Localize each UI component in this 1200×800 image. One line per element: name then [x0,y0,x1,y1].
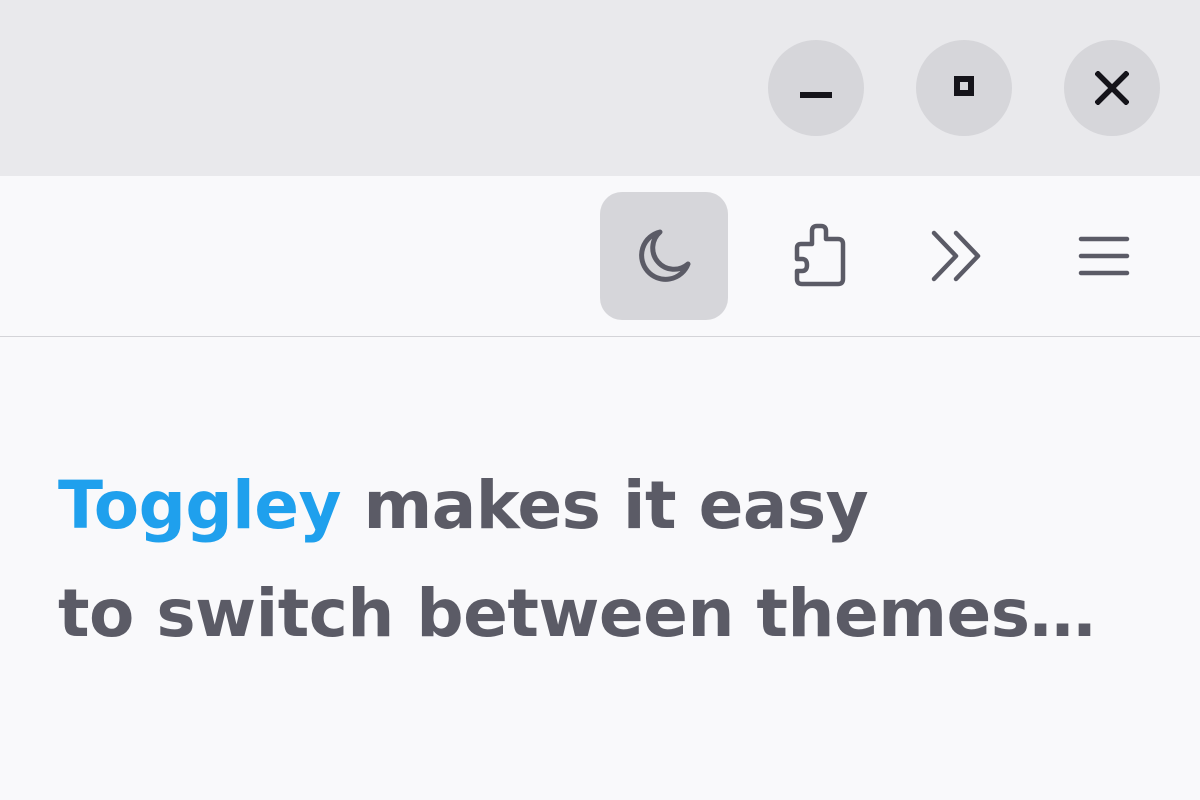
puzzle-icon [794,223,846,287]
browser-toolbar [0,176,1200,337]
extensions-button[interactable] [754,192,882,320]
app-menu-button[interactable] [1040,192,1168,320]
headline-line-2: to switch between themes… [58,575,1096,652]
hamburger-menu-icon [1078,236,1130,276]
close-button[interactable] [1064,40,1160,136]
window-titlebar [0,0,1200,176]
maximize-icon [954,76,974,96]
overflow-chevron-button[interactable] [894,192,1022,320]
double-chevron-right-icon [931,230,981,282]
page-content: Toggley makes it easy to switch between … [0,337,1200,800]
maximize-button[interactable] [916,40,1012,136]
headline-line-1: Toggley makes it easy [58,452,1178,560]
minimize-button[interactable] [768,40,864,136]
brand-name: Toggley [58,467,342,544]
headline: Toggley makes it easy to switch between … [58,452,1178,668]
minimize-icon [800,92,832,98]
headline-line-1-rest: makes it easy [341,467,869,544]
moon-icon [639,229,691,282]
close-icon [1095,71,1129,105]
theme-toggle-button[interactable] [600,192,728,320]
